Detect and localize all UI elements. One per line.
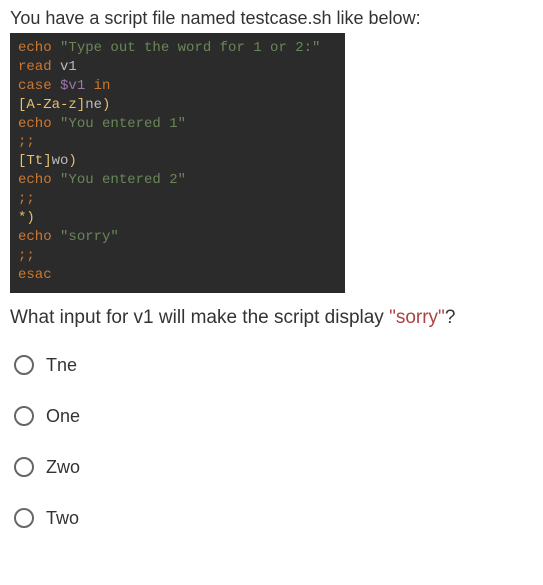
option-one[interactable]: One xyxy=(14,406,533,427)
question-text: What input for v1 will make the script d… xyxy=(10,307,533,329)
option-zwo[interactable]: Zwo xyxy=(14,457,533,478)
option-tne[interactable]: Tne xyxy=(14,355,533,376)
code-token: "You entered 2" xyxy=(60,172,186,188)
radio-icon[interactable] xyxy=(14,457,34,477)
question-highlight: "sorry" xyxy=(389,307,445,328)
code-token: echo xyxy=(18,40,60,56)
code-token: in xyxy=(85,78,110,94)
radio-icon[interactable] xyxy=(14,508,34,528)
option-label: One xyxy=(46,406,80,427)
code-token: [A-Za-z] xyxy=(18,97,85,113)
code-token: esac xyxy=(18,267,52,283)
code-token: ne xyxy=(85,97,102,113)
code-token: case xyxy=(18,78,60,94)
options-group: Tne One Zwo Two xyxy=(10,355,533,529)
code-token: $v1 xyxy=(60,78,85,94)
intro-text: You have a script file named testcase.sh… xyxy=(10,8,533,29)
radio-icon[interactable] xyxy=(14,406,34,426)
code-token: ) xyxy=(68,153,76,169)
code-token: "sorry" xyxy=(60,229,119,245)
code-token: wo xyxy=(52,153,69,169)
option-label: Tne xyxy=(46,355,77,376)
code-token: echo xyxy=(18,172,60,188)
option-label: Two xyxy=(46,508,79,529)
option-two[interactable]: Two xyxy=(14,508,533,529)
code-token: ;; xyxy=(18,191,35,207)
question-suffix: ? xyxy=(445,307,456,328)
code-token: "Type out the word for 1 or 2:" xyxy=(60,40,320,56)
question-prefix: What input for v1 will make the script d… xyxy=(10,307,389,328)
code-token: ;; xyxy=(18,248,35,264)
code-token: "You entered 1" xyxy=(60,116,186,132)
code-token: ;; xyxy=(18,134,35,150)
code-token: [Tt] xyxy=(18,153,52,169)
code-token: read xyxy=(18,59,60,75)
code-token: echo xyxy=(18,229,60,245)
code-token: echo xyxy=(18,116,60,132)
code-block: echo "Type out the word for 1 or 2:" rea… xyxy=(10,33,345,293)
radio-icon[interactable] xyxy=(14,355,34,375)
code-token: ) xyxy=(26,210,34,226)
code-token: ) xyxy=(102,97,110,113)
code-token: v1 xyxy=(60,59,77,75)
option-label: Zwo xyxy=(46,457,80,478)
